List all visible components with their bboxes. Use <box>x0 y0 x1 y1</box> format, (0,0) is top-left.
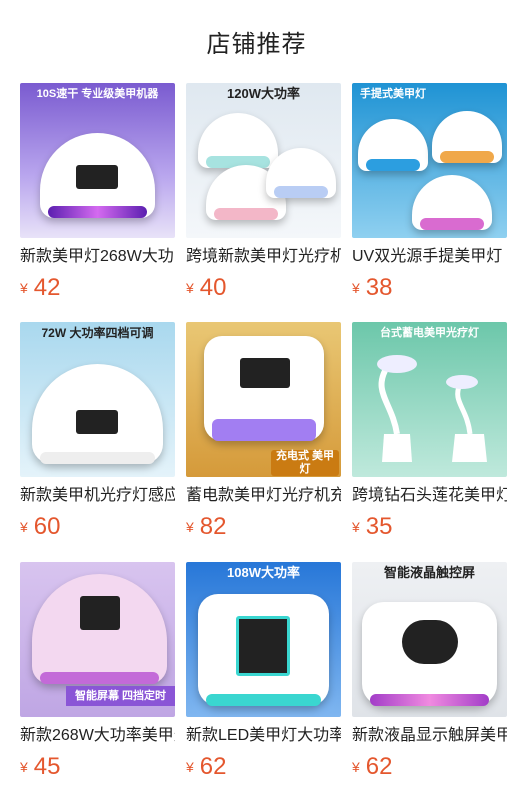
lamp-light-strip <box>366 159 420 171</box>
currency-symbol: ¥ <box>186 519 194 535</box>
currency-symbol: ¥ <box>20 759 28 775</box>
lamp-light-strip <box>48 206 147 218</box>
price-value: 40 <box>199 274 227 301</box>
product-name[interactable]: 新款美甲机光疗灯感应 <box>20 484 175 508</box>
product-name[interactable]: 新款268W大功率美甲灯 <box>20 724 175 748</box>
product-image[interactable]: 108W大功率 <box>186 562 341 717</box>
product-card[interactable]: 10S速干 专业级美甲机器 新款美甲灯268W大功 ¥42 <box>20 83 175 303</box>
lamp-display <box>76 165 118 189</box>
product-image-banner: 智能屏幕 四挡定时 <box>66 686 175 706</box>
product-image[interactable]: 智能屏幕 四挡定时 <box>20 562 175 717</box>
lamp-light-strip <box>40 672 159 684</box>
product-card[interactable]: 120W大功率 跨境新款美甲灯光疗机 ¥40 <box>186 83 341 303</box>
price-value: 82 <box>199 513 227 540</box>
product-image[interactable]: 智能液晶触控屏 <box>352 562 507 717</box>
product-price: ¥60 <box>20 513 61 541</box>
price-value: 38 <box>365 274 393 301</box>
currency-symbol: ¥ <box>352 759 360 775</box>
nail-lamp-icon <box>432 111 502 163</box>
nail-lamp-icon <box>198 113 278 168</box>
currency-symbol: ¥ <box>352 280 360 296</box>
product-grid: 10S速干 专业级美甲机器 新款美甲灯268W大功 ¥42 120W大功率 跨境… <box>0 0 513 800</box>
nail-lamp-icon <box>198 594 329 706</box>
product-image-banner: 120W大功率 <box>227 86 300 101</box>
nail-lamp-icon <box>32 574 167 684</box>
nail-lamp-icon <box>32 364 163 464</box>
product-card[interactable]: 72W 大功率四档可调 新款美甲机光疗灯感应 ¥60 <box>20 322 175 542</box>
product-image[interactable]: 72W 大功率四档可调 <box>20 322 175 477</box>
product-image[interactable]: 充电式 美甲灯 <box>186 322 341 477</box>
price-value: 45 <box>33 753 61 780</box>
product-image-banner: 手提式美甲灯 <box>360 88 426 100</box>
desk-lamp-icon <box>377 355 487 462</box>
price-value: 35 <box>365 513 393 540</box>
lamp-light-strip <box>206 694 321 706</box>
currency-symbol: ¥ <box>20 519 28 535</box>
currency-symbol: ¥ <box>186 759 194 775</box>
product-image-banner: 智能液晶触控屏 <box>383 565 475 580</box>
lamp-display <box>236 616 290 676</box>
product-card[interactable]: 充电式 美甲灯 蓄电款美甲灯光疗机充 ¥82 <box>186 322 341 542</box>
product-image[interactable]: 120W大功率 <box>186 83 341 238</box>
product-price: ¥42 <box>20 274 61 302</box>
price-value: 62 <box>365 753 393 780</box>
product-image[interactable]: 手提式美甲灯 <box>352 83 507 238</box>
product-price: ¥35 <box>352 513 393 541</box>
product-card[interactable]: 智能屏幕 四挡定时 新款268W大功率美甲灯 ¥45 <box>20 562 175 782</box>
lamp-display <box>76 410 118 434</box>
nail-lamp-icon <box>412 175 492 230</box>
lamp-light-strip <box>420 218 484 230</box>
nail-lamp-icon <box>204 336 324 441</box>
lamp-display <box>240 358 290 388</box>
currency-symbol: ¥ <box>352 519 360 535</box>
nail-lamp-icon <box>358 119 428 171</box>
nail-lamp-icon <box>362 602 497 706</box>
product-image-banner: 108W大功率 <box>227 565 300 580</box>
product-image-banner: 10S速干 专业级美甲机器 <box>36 88 159 100</box>
lamp-light-strip <box>274 186 328 198</box>
product-image-banner: 充电式 美甲灯 <box>271 450 339 476</box>
product-name[interactable]: 跨境钻石头莲花美甲灯 <box>352 484 507 508</box>
currency-symbol: ¥ <box>186 280 194 296</box>
product-price: ¥45 <box>20 753 61 781</box>
nail-lamp-icon <box>40 133 155 218</box>
product-image-banner: 72W 大功率四档可调 <box>41 326 154 340</box>
product-card[interactable]: 台式蓄电美甲光疗灯 跨境钻石头莲花美甲灯 ¥35 <box>352 322 507 542</box>
price-value: 42 <box>33 274 61 301</box>
product-card[interactable]: 手提式美甲灯 UV双光源手提美甲灯 ¥38 <box>352 83 507 303</box>
lamp-light-strip <box>40 452 155 464</box>
lamp-display <box>402 620 458 664</box>
price-value: 60 <box>33 513 61 540</box>
product-image[interactable]: 台式蓄电美甲光疗灯 <box>352 322 507 477</box>
product-price: ¥40 <box>186 274 227 302</box>
product-price: ¥62 <box>186 753 227 781</box>
product-name[interactable]: 新款液晶显示触屏美甲灯 <box>352 724 507 748</box>
product-name[interactable]: UV双光源手提美甲灯 <box>352 245 507 269</box>
product-price: ¥82 <box>186 513 227 541</box>
lamp-display <box>80 596 120 630</box>
product-image[interactable]: 10S速干 专业级美甲机器 <box>20 83 175 238</box>
product-name[interactable]: 蓄电款美甲灯光疗机充 <box>186 484 341 508</box>
lamp-light-strip <box>370 694 489 706</box>
product-name[interactable]: 新款美甲灯268W大功 <box>20 245 175 269</box>
price-value: 62 <box>199 753 227 780</box>
product-name[interactable]: 跨境新款美甲灯光疗机 <box>186 245 341 269</box>
product-price: ¥62 <box>352 753 393 781</box>
lamp-light-strip <box>440 151 494 163</box>
lamp-light-strip <box>212 419 316 441</box>
product-card[interactable]: 智能液晶触控屏 新款液晶显示触屏美甲灯 ¥62 <box>352 562 507 782</box>
lamp-light-strip <box>214 208 278 220</box>
product-card[interactable]: 108W大功率 新款LED美甲灯大功率 ¥62 <box>186 562 341 782</box>
product-name[interactable]: 新款LED美甲灯大功率 <box>186 724 341 748</box>
currency-symbol: ¥ <box>20 280 28 296</box>
product-price: ¥38 <box>352 274 393 302</box>
